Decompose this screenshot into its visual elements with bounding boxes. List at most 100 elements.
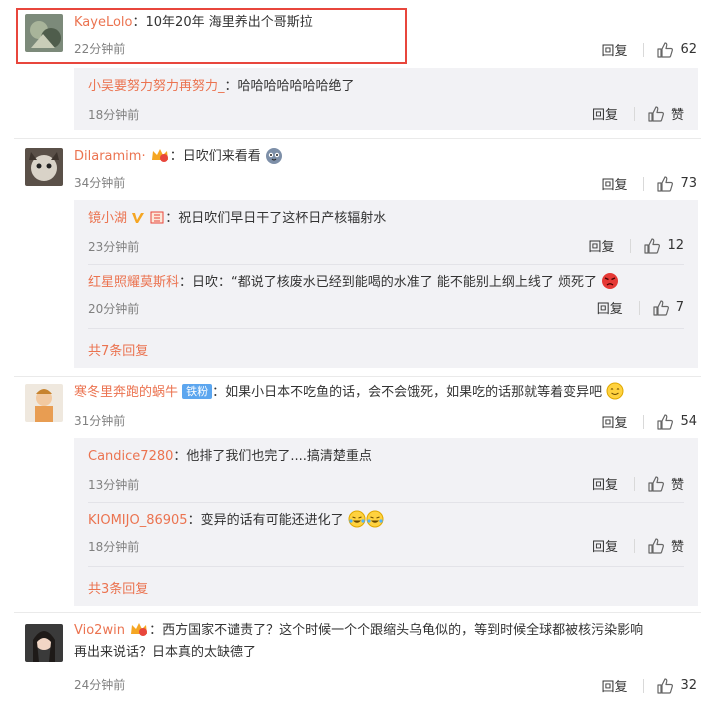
comment-body: ：如果小日本不吃鱼的话，会不会饿死，如果吃的话那就等着变异吧 bbox=[212, 385, 603, 400]
comment-time: 22分钟前 bbox=[74, 42, 126, 56]
comment-body: ：日吹们来看看 bbox=[169, 149, 261, 164]
smile-emoji-icon bbox=[606, 382, 624, 400]
reply-item: KIOMIJO_86905：变异的话有可能还进化了 18分钟前 回复 赞 bbox=[88, 506, 684, 568]
divider bbox=[14, 138, 701, 139]
reply-time: 20分钟前 bbox=[88, 302, 140, 316]
divider bbox=[14, 376, 701, 377]
like-count: 73 bbox=[680, 176, 697, 191]
reply-body: ：变异的话有可能还进化了 bbox=[187, 513, 344, 528]
thumbs-up-icon[interactable] bbox=[647, 475, 665, 493]
reply-list: 小吴要努力努力再努力_：哈哈哈哈哈哈哈绝了 18分钟前 回复 赞 bbox=[74, 68, 698, 130]
divider bbox=[643, 414, 645, 429]
username[interactable]: Dilaramim· bbox=[74, 149, 146, 164]
divider bbox=[643, 176, 645, 191]
thumbs-up-icon[interactable] bbox=[647, 105, 665, 123]
reply-actions: 回复 12 bbox=[588, 236, 684, 255]
username[interactable]: 红星照耀莫斯科 bbox=[88, 275, 179, 290]
avatar[interactable] bbox=[25, 148, 63, 186]
more-replies-link[interactable]: 共7条回复 bbox=[88, 340, 148, 359]
reply-actions: 回复 赞 bbox=[592, 474, 684, 493]
reply-time: 23分钟前 bbox=[88, 240, 140, 254]
reply-button[interactable]: 回复 bbox=[588, 236, 614, 255]
username[interactable]: 小吴要努力努力再努力_ bbox=[88, 79, 225, 94]
divider bbox=[633, 476, 635, 491]
comment-actions: 回复 73 bbox=[601, 174, 697, 193]
comment-actions: 回复 32 bbox=[601, 676, 697, 695]
comment-time: 24分钟前 bbox=[74, 678, 126, 692]
like-count: 12 bbox=[667, 238, 684, 253]
reply-item: 红星照耀莫斯科：日吹：“都说了核废水已经到能喝的水准了 能不能别上纲上线了 烦死… bbox=[88, 268, 684, 330]
username[interactable]: 镜小湖 bbox=[88, 211, 127, 226]
comment-text: 寒冬里奔跑的蜗牛 铁粉 ：如果小日本不吃鱼的话，会不会饿死，如果吃的话那就等着变异… bbox=[74, 382, 701, 404]
reply-button[interactable]: 回复 bbox=[597, 298, 623, 317]
reply-time: 13分钟前 bbox=[88, 478, 140, 492]
divider bbox=[643, 678, 645, 693]
username[interactable]: 寒冬里奔跑的蜗牛 bbox=[74, 385, 178, 400]
thumbs-up-icon[interactable] bbox=[656, 413, 674, 431]
comment-text: Vio2win ：西方国家不谴责了？这个时候一个个跟缩头乌龟似的，等到时候全球都… bbox=[74, 620, 705, 664]
thumbs-up-icon[interactable] bbox=[647, 537, 665, 555]
username[interactable]: KayeLolo bbox=[74, 15, 133, 30]
like-count: 7 bbox=[675, 300, 684, 315]
reply-button[interactable]: 回复 bbox=[601, 676, 627, 695]
thumbs-up-icon[interactable] bbox=[656, 41, 674, 59]
fan-badge: 铁粉 bbox=[182, 384, 213, 399]
thumbs-up-icon[interactable] bbox=[652, 299, 670, 317]
reply-button[interactable]: 回复 bbox=[601, 174, 627, 193]
reply-button[interactable]: 回复 bbox=[601, 40, 627, 59]
comment-actions: 回复 54 bbox=[601, 412, 697, 431]
like-count: 赞 bbox=[670, 108, 684, 123]
like-count: 赞 bbox=[670, 540, 684, 555]
comment-body: ：10年20年 海里养出个哥斯拉 bbox=[132, 15, 313, 30]
avatar[interactable] bbox=[25, 14, 63, 52]
username[interactable]: Vio2win bbox=[74, 623, 125, 638]
divider bbox=[633, 106, 635, 121]
laugh-cry-emoji-icon bbox=[348, 510, 366, 528]
reply-time: 18分钟前 bbox=[88, 540, 140, 554]
comment-time: 31分钟前 bbox=[74, 414, 126, 428]
reply-actions: 回复 赞 bbox=[592, 104, 684, 123]
vip-crown-icon bbox=[131, 623, 148, 636]
reply-button[interactable]: 回复 bbox=[601, 412, 627, 431]
divider bbox=[14, 612, 701, 613]
reply-body: ：他排了我们也完了....搞清楚重点 bbox=[173, 449, 372, 464]
avatar[interactable] bbox=[25, 384, 63, 422]
thumbs-up-icon[interactable] bbox=[656, 677, 674, 695]
vip-crown-icon bbox=[151, 149, 168, 162]
thumbs-up-icon[interactable] bbox=[656, 175, 674, 193]
comment-body: ：西方国家不谴责了？这个时候一个个跟缩头乌龟似的，等到时候全球都被核污染影响 bbox=[149, 623, 644, 638]
like-count: 54 bbox=[680, 414, 697, 429]
divider bbox=[630, 238, 632, 253]
like-count: 32 bbox=[680, 678, 697, 693]
username[interactable]: Candice7280 bbox=[88, 449, 173, 464]
like-count: 62 bbox=[680, 42, 697, 57]
divider bbox=[88, 328, 684, 329]
username[interactable]: KIOMIJO_86905 bbox=[88, 513, 188, 528]
more-replies-link[interactable]: 共3条回复 bbox=[88, 578, 148, 597]
reply-button[interactable]: 回复 bbox=[592, 536, 618, 555]
thumbs-up-icon[interactable] bbox=[643, 237, 661, 255]
reply-button[interactable]: 回复 bbox=[592, 104, 618, 123]
reply-time: 18分钟前 bbox=[88, 108, 140, 122]
reply-body: ：祝日吹们早日干了这杯日产核辐射水 bbox=[165, 211, 387, 226]
divider bbox=[88, 264, 684, 265]
like-count: 赞 bbox=[670, 478, 684, 493]
cat-emoji-icon bbox=[265, 148, 282, 164]
reply-item: 镜小湖 ：祝日吹们早日干了这杯日产核辐射水 23分钟前 回复 12 bbox=[88, 200, 684, 262]
reply-body: ：哈哈哈哈哈哈哈绝了 bbox=[224, 79, 355, 94]
verified-v-icon bbox=[132, 213, 145, 223]
divider bbox=[643, 42, 645, 57]
reply-list: Candice7280：他排了我们也完了....搞清楚重点 13分钟前 回复 赞… bbox=[74, 438, 698, 606]
angry-emoji-icon bbox=[602, 273, 619, 289]
reply-actions: 回复 7 bbox=[597, 298, 684, 317]
reply-button[interactable]: 回复 bbox=[592, 474, 618, 493]
avatar[interactable] bbox=[25, 624, 63, 662]
divider bbox=[638, 300, 640, 315]
reply-list: 镜小湖 ：祝日吹们早日干了这杯日产核辐射水 23分钟前 回复 12 红星照耀莫斯… bbox=[74, 200, 698, 368]
medal-icon bbox=[150, 211, 164, 224]
comment-text: KayeLolo：10年20年 海里养出个哥斯拉 bbox=[74, 12, 701, 34]
comment-body-line2: 再出来说话？日本真的太缺德了 bbox=[74, 645, 257, 660]
divider bbox=[88, 502, 684, 503]
divider bbox=[633, 538, 635, 553]
comment-text: Dilaramim· ：日吹们来看看 bbox=[74, 146, 701, 168]
